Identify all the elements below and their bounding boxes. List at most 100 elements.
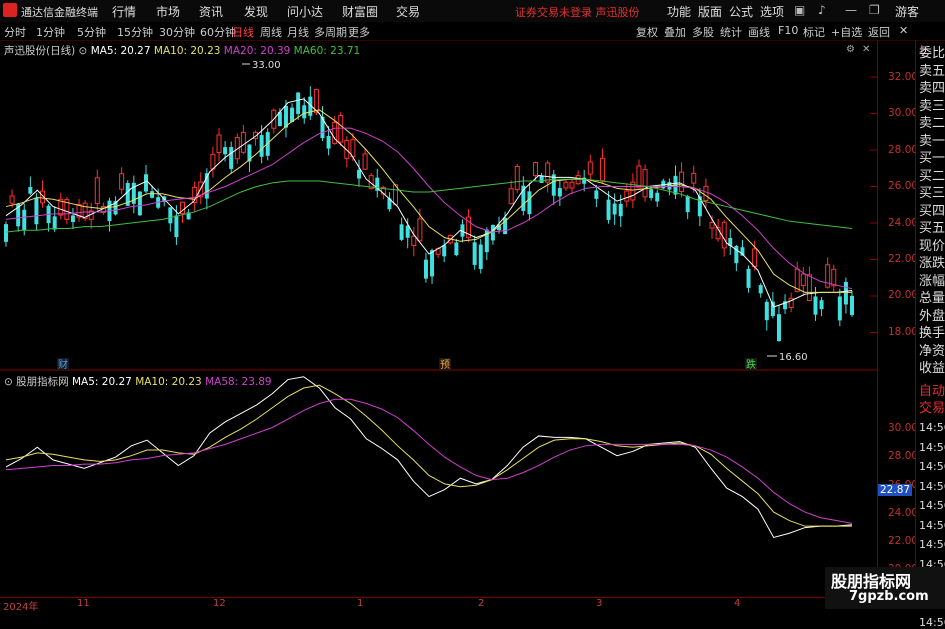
period-fenshi[interactable]: 分时: [4, 24, 26, 40]
menu-market[interactable]: 市场: [156, 3, 180, 20]
period-5min[interactable]: 5分钟: [77, 24, 106, 40]
period-30min[interactable]: 30分钟: [159, 24, 195, 40]
candle-body: [94, 177, 100, 205]
indicator-settings-icon[interactable]: ⊙: [4, 376, 16, 388]
candle-body: [569, 181, 575, 189]
restore-icon[interactable]: ❐: [869, 3, 880, 17]
period-more[interactable]: 更多: [348, 24, 370, 40]
chevron-down-icon[interactable]: ⊙: [79, 45, 91, 57]
candle-body: [800, 273, 806, 287]
candle-body: [283, 105, 288, 128]
quote-field-label: 买四: [919, 203, 945, 219]
menu-discover[interactable]: 发现: [244, 3, 268, 20]
bell-icon[interactable]: ♪: [818, 3, 826, 17]
ma-line-ma20: [5, 127, 853, 290]
date-label: 4: [734, 598, 741, 609]
price-chart[interactable]: 33.00 16.60 财 预 跌: [0, 41, 877, 597]
menu-trade[interactable]: 交易: [396, 3, 420, 20]
close-icon[interactable]: ✕: [862, 44, 870, 55]
tool-close-icon[interactable]: ✕: [899, 24, 908, 37]
period-1min[interactable]: 1分钟: [36, 24, 65, 40]
period-60min[interactable]: 60分钟: [200, 24, 236, 40]
period-monthly[interactable]: 月线: [287, 24, 309, 40]
tick-time: 14:56: [919, 518, 945, 532]
candle-body: [52, 216, 57, 230]
date-label: 2: [478, 598, 485, 609]
tool-draw[interactable]: 画线: [748, 24, 770, 40]
period-daily[interactable]: 日线: [232, 24, 254, 40]
candle-body: [229, 147, 234, 169]
tool-mark[interactable]: 标记: [803, 24, 825, 40]
quote-field-label: 买二: [919, 168, 945, 184]
candle-body: [758, 285, 763, 294]
candle-body: [296, 92, 301, 114]
tool-stats[interactable]: 统计: [720, 24, 742, 40]
candle-body: [746, 268, 751, 288]
date-axis: 2024年 11 12 1 2 3 4: [0, 597, 877, 613]
sub-ma58-label: MA58: 23.89: [205, 376, 272, 388]
quote-field-label: 卖四: [919, 81, 945, 96]
menu-formula[interactable]: 公式: [729, 3, 753, 20]
candle-body: [831, 268, 837, 287]
main-legend: 声迅股份(日线) ⊙ MA5: 20.27 MA10: 20.23 MA20: …: [4, 43, 360, 58]
candle-body: [642, 169, 648, 198]
candle-body: [357, 169, 362, 179]
candle-body: [563, 181, 569, 189]
quote-field-label: 卖二: [919, 116, 945, 131]
candle-body: [685, 196, 690, 213]
period-toolbar: 分时 1分钟 5分钟 15分钟 30分钟 60分钟 日线 周线 月线 多周期 更…: [0, 22, 945, 41]
menu-function[interactable]: 功能: [667, 3, 691, 20]
menu-layout[interactable]: 版面: [698, 3, 722, 20]
tool-back[interactable]: 返回: [868, 24, 890, 40]
tool-multistock[interactable]: 多股: [692, 24, 714, 40]
ma10-label: MA10: 20.23: [153, 45, 221, 57]
sub-ytick: 24.00: [888, 507, 919, 519]
sub-ma5-label: MA5: 20.27: [71, 376, 132, 388]
candle-body: [399, 224, 404, 240]
tool-f10[interactable]: F10: [778, 24, 798, 37]
candle-body: [752, 248, 758, 268]
period-multi[interactable]: 多周期: [314, 24, 347, 40]
menu-hangqing[interactable]: 行情: [112, 3, 136, 20]
quote-field-label: 现价: [919, 238, 945, 254]
candle-body: [655, 192, 660, 202]
indicator-line: [5, 398, 853, 524]
candle-body: [28, 187, 33, 194]
period-weekly[interactable]: 周线: [260, 24, 282, 40]
message-icon[interactable]: ▣: [794, 3, 805, 17]
candle-body: [338, 114, 344, 143]
tick-time: 14:56: [919, 479, 945, 493]
tool-add-watchlist[interactable]: +自选: [831, 24, 862, 40]
candle-body: [454, 242, 459, 256]
menu-wealth[interactable]: 财富圈: [342, 3, 378, 20]
minimize-icon[interactable]: —: [845, 3, 857, 17]
menu-news[interactable]: 资讯: [199, 3, 223, 20]
candle-body: [320, 116, 325, 139]
quote-field-label: 总量: [919, 291, 945, 306]
candle-body: [119, 173, 125, 190]
gear-icon[interactable]: ⚙: [846, 44, 855, 55]
candle-body: [587, 161, 593, 175]
tool-overlay[interactable]: 叠加: [664, 24, 686, 40]
menu-ask[interactable]: 问小达: [287, 3, 323, 20]
candle-body: [411, 235, 417, 246]
candle-body: [150, 191, 155, 198]
current-value-badge: 22.87: [878, 484, 913, 496]
menu-options[interactable]: 选项: [760, 3, 784, 20]
watermark-url: 7gpzb.com: [849, 589, 929, 604]
tool-adjust[interactable]: 复权: [636, 24, 658, 40]
app-logo-icon: [3, 3, 17, 17]
period-15min[interactable]: 15分钟: [117, 24, 153, 40]
candle-body: [776, 314, 781, 342]
guest-label[interactable]: 游客: [895, 3, 919, 20]
chart-area[interactable]: 33.00 16.60 财 预 跌 声迅股份(日线) ⊙ MA5: 20.27 MA10…: [0, 41, 877, 597]
candle-body: [697, 196, 702, 217]
quote-field-label: 卖一: [919, 133, 945, 149]
candle-body: [423, 259, 428, 279]
candle-body: [4, 224, 8, 242]
candle-body: [302, 105, 307, 119]
tab-auto[interactable]: 自动: [919, 384, 945, 400]
candle-body: [326, 136, 331, 149]
tab-trade[interactable]: 交易: [919, 401, 945, 417]
login-notice[interactable]: 证券交易未登录 声迅股份: [515, 4, 640, 20]
